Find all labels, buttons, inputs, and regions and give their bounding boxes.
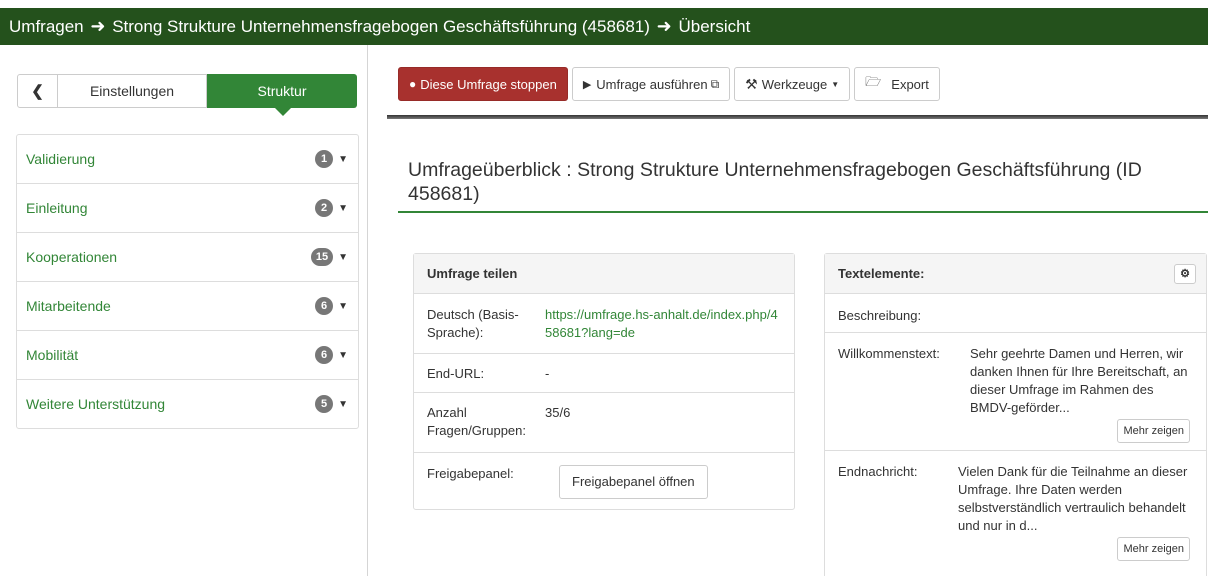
question-group-item[interactable]: Mitarbeitende 6 ▼ bbox=[17, 282, 358, 331]
share-row-key: Freigabepanel: bbox=[427, 466, 514, 481]
question-group-label[interactable]: Weitere Unterstützung bbox=[26, 396, 315, 412]
question-count-badge: 6 bbox=[315, 346, 334, 364]
share-row-value: - bbox=[545, 366, 550, 381]
page-title: Umfrageüberblick : Strong Strukture Unte… bbox=[408, 159, 1142, 205]
play-icon: ▶ bbox=[582, 78, 592, 91]
question-group-item[interactable]: Validierung 1 ▼ bbox=[17, 135, 358, 184]
text-elements-heading-bar: Textelemente: ⚙ bbox=[825, 254, 1206, 294]
sidebar-tabs: ❮ Einstellungen Struktur bbox=[17, 74, 357, 116]
share-row-key: Deutsch (Basis-Sprache): bbox=[427, 307, 519, 340]
question-group-item[interactable]: Weitere Unterstützung 5 ▼ bbox=[17, 380, 358, 428]
question-group-item[interactable]: Mobilität 6 ▼ bbox=[17, 331, 358, 380]
breadcrumb-surveys[interactable]: Umfragen bbox=[9, 17, 84, 36]
stop-circle-icon: ● bbox=[409, 77, 417, 91]
share-row-key: End-URL: bbox=[427, 366, 485, 381]
export-label: Export bbox=[891, 76, 929, 92]
question-group-label[interactable]: Einleitung bbox=[26, 200, 315, 216]
tab-structure[interactable]: Struktur bbox=[207, 74, 357, 116]
tools-dropdown-button[interactable]: ⚒ Werkzeuge ▼ bbox=[734, 67, 851, 101]
question-count-badge: 6 bbox=[315, 297, 334, 315]
title-divider bbox=[398, 211, 1208, 213]
folder-open-icon: 🗁 bbox=[865, 74, 882, 89]
question-group-list: Validierung 1 ▼ Einleitung 2 ▼ Kooperati… bbox=[16, 134, 359, 429]
share-row-base-language: Deutsch (Basis-Sprache): https://umfrage… bbox=[414, 294, 794, 354]
text-row-welcome: Willkommenstext: Sehr geehrte Damen und … bbox=[825, 333, 1206, 451]
text-row-value-cell: Sehr geehrte Damen und Herren, wir danke… bbox=[970, 345, 1190, 450]
question-count-badge: 2 bbox=[315, 199, 334, 217]
caret-down-icon[interactable]: ▼ bbox=[338, 301, 348, 312]
caret-down-icon[interactable]: ▼ bbox=[338, 399, 348, 410]
caret-down-icon[interactable]: ▼ bbox=[338, 350, 348, 361]
stop-survey-label: Diese Umfrage stoppen bbox=[420, 76, 557, 92]
text-row-value bbox=[958, 307, 1190, 332]
text-elements-heading: Textelemente: bbox=[838, 266, 925, 281]
question-count-badge: 5 bbox=[315, 395, 334, 413]
survey-toolbar: ● Diese Umfrage stoppen ▶ Umfrage ausfüh… bbox=[398, 67, 940, 101]
share-row-question-count: Anzahl Fragen/Gruppen: 35/6 bbox=[414, 393, 794, 453]
share-row-key: Anzahl Fragen/Gruppen: bbox=[427, 405, 527, 438]
collapse-sidebar-button[interactable]: ❮ bbox=[17, 74, 58, 108]
caret-down-icon[interactable]: ▼ bbox=[338, 154, 348, 165]
sidebar: ❮ Einstellungen Struktur Validierung 1 ▼… bbox=[0, 45, 368, 576]
tab-settings[interactable]: Einstellungen bbox=[58, 74, 207, 108]
survey-link[interactable]: https://umfrage.hs-anhalt.de/index.php/4… bbox=[545, 306, 794, 353]
external-link-icon: ⧉ bbox=[710, 76, 720, 91]
caret-down-icon: ▼ bbox=[831, 79, 840, 89]
share-row-value: 35/6 bbox=[545, 405, 571, 420]
share-row-release-panel: Freigabepanel: Freigabepanel öffnen bbox=[414, 453, 794, 508]
breadcrumb-survey-title[interactable]: Strong Strukture Unternehmensfragebogen … bbox=[112, 17, 650, 36]
question-group-item[interactable]: Einleitung 2 ▼ bbox=[17, 184, 358, 233]
question-group-label[interactable]: Mobilität bbox=[26, 347, 315, 363]
text-row-key: Beschreibung: bbox=[838, 308, 922, 323]
share-row-end-url: End-URL: - bbox=[414, 354, 794, 393]
tools-label: Werkzeuge bbox=[761, 76, 828, 92]
toolbar-divider bbox=[387, 115, 1208, 119]
share-panel-heading: Umfrage teilen bbox=[414, 254, 794, 294]
arrow-right-icon: ➜ bbox=[656, 16, 672, 36]
question-group-label[interactable]: Mitarbeitende bbox=[26, 298, 315, 314]
question-count-badge: 1 bbox=[315, 150, 334, 168]
welcome-text: Sehr geehrte Damen und Herren, wir danke… bbox=[970, 346, 1188, 415]
chevron-left-icon: ❮ bbox=[31, 83, 44, 100]
open-release-panel-button[interactable]: Freigabepanel öffnen bbox=[559, 465, 708, 499]
breadcrumb-overview: Übersicht bbox=[678, 17, 751, 36]
run-survey-button[interactable]: ▶ Umfrage ausführen ⧉ bbox=[571, 67, 731, 101]
end-message-text: Vielen Dank für die Teilnahme an dieser … bbox=[958, 464, 1188, 533]
question-count-badge: 15 bbox=[310, 248, 334, 266]
caret-down-icon[interactable]: ▼ bbox=[338, 203, 348, 214]
show-more-button[interactable]: Mehr zeigen bbox=[1117, 419, 1190, 443]
gears-icon[interactable]: ⚙ bbox=[1174, 263, 1196, 284]
show-more-button[interactable]: Mehr zeigen bbox=[1117, 537, 1190, 561]
text-row-end-message: Endnachricht: Vielen Dank für die Teilna… bbox=[825, 451, 1206, 576]
question-group-label[interactable]: Validierung bbox=[26, 151, 315, 167]
run-survey-label: Umfrage ausführen bbox=[596, 76, 708, 92]
export-button[interactable]: 🗁 Export bbox=[854, 67, 940, 101]
text-row-value-cell: Vielen Dank für die Teilnahme an dieser … bbox=[958, 463, 1190, 576]
tools-icon: ⚒ bbox=[745, 75, 758, 92]
text-row-description: Beschreibung: bbox=[825, 294, 1206, 333]
breadcrumb: Umfragen ➜ Strong Strukture Unternehmens… bbox=[0, 8, 1208, 45]
stop-survey-button[interactable]: ● Diese Umfrage stoppen bbox=[398, 67, 568, 101]
text-row-key: Endnachricht: bbox=[838, 464, 918, 479]
arrow-right-icon: ➜ bbox=[90, 16, 106, 36]
question-group-label[interactable]: Kooperationen bbox=[26, 249, 311, 265]
share-survey-panel: Umfrage teilen Deutsch (Basis-Sprache): … bbox=[413, 253, 795, 510]
caret-down-icon[interactable]: ▼ bbox=[338, 252, 348, 263]
text-elements-panel: Textelemente: ⚙ Beschreibung: Willkommen… bbox=[824, 253, 1207, 576]
text-row-key: Willkommenstext: bbox=[838, 346, 940, 361]
question-group-item[interactable]: Kooperationen 15 ▼ bbox=[17, 233, 358, 282]
share-row-value-cell: Freigabepanel öffnen bbox=[559, 465, 794, 508]
